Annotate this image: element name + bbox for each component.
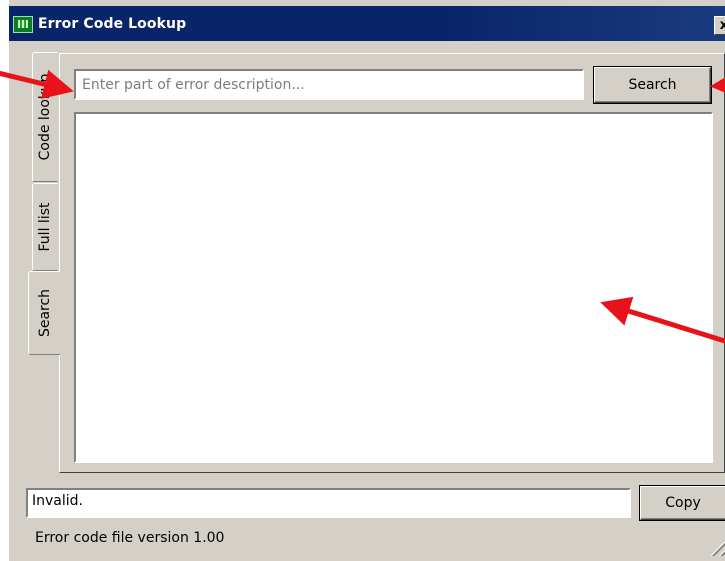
- status-field[interactable]: Invalid.: [26, 488, 631, 518]
- tab-code-lookup-label: Code lookup: [37, 73, 53, 161]
- title-bar[interactable]: Error Code Lookup x: [9, 6, 725, 41]
- tab-search[interactable]: Search: [28, 271, 60, 355]
- tab-code-lookup[interactable]: Code lookup: [32, 52, 58, 182]
- copy-button[interactable]: Copy: [640, 486, 725, 520]
- app-icon: [13, 16, 33, 33]
- tab-full-list-label: Full list: [37, 202, 53, 252]
- close-icon[interactable]: x: [714, 16, 725, 35]
- version-label: Error code file version 1.00: [35, 530, 225, 546]
- tab-full-list[interactable]: Full list: [32, 183, 58, 271]
- search-input[interactable]: [74, 69, 584, 100]
- window-frame: [7, 0, 9, 561]
- search-button[interactable]: Search: [594, 67, 711, 103]
- tab-search-label: Search: [36, 288, 53, 338]
- window-title: Error Code Lookup: [38, 16, 187, 32]
- results-list[interactable]: [74, 112, 713, 463]
